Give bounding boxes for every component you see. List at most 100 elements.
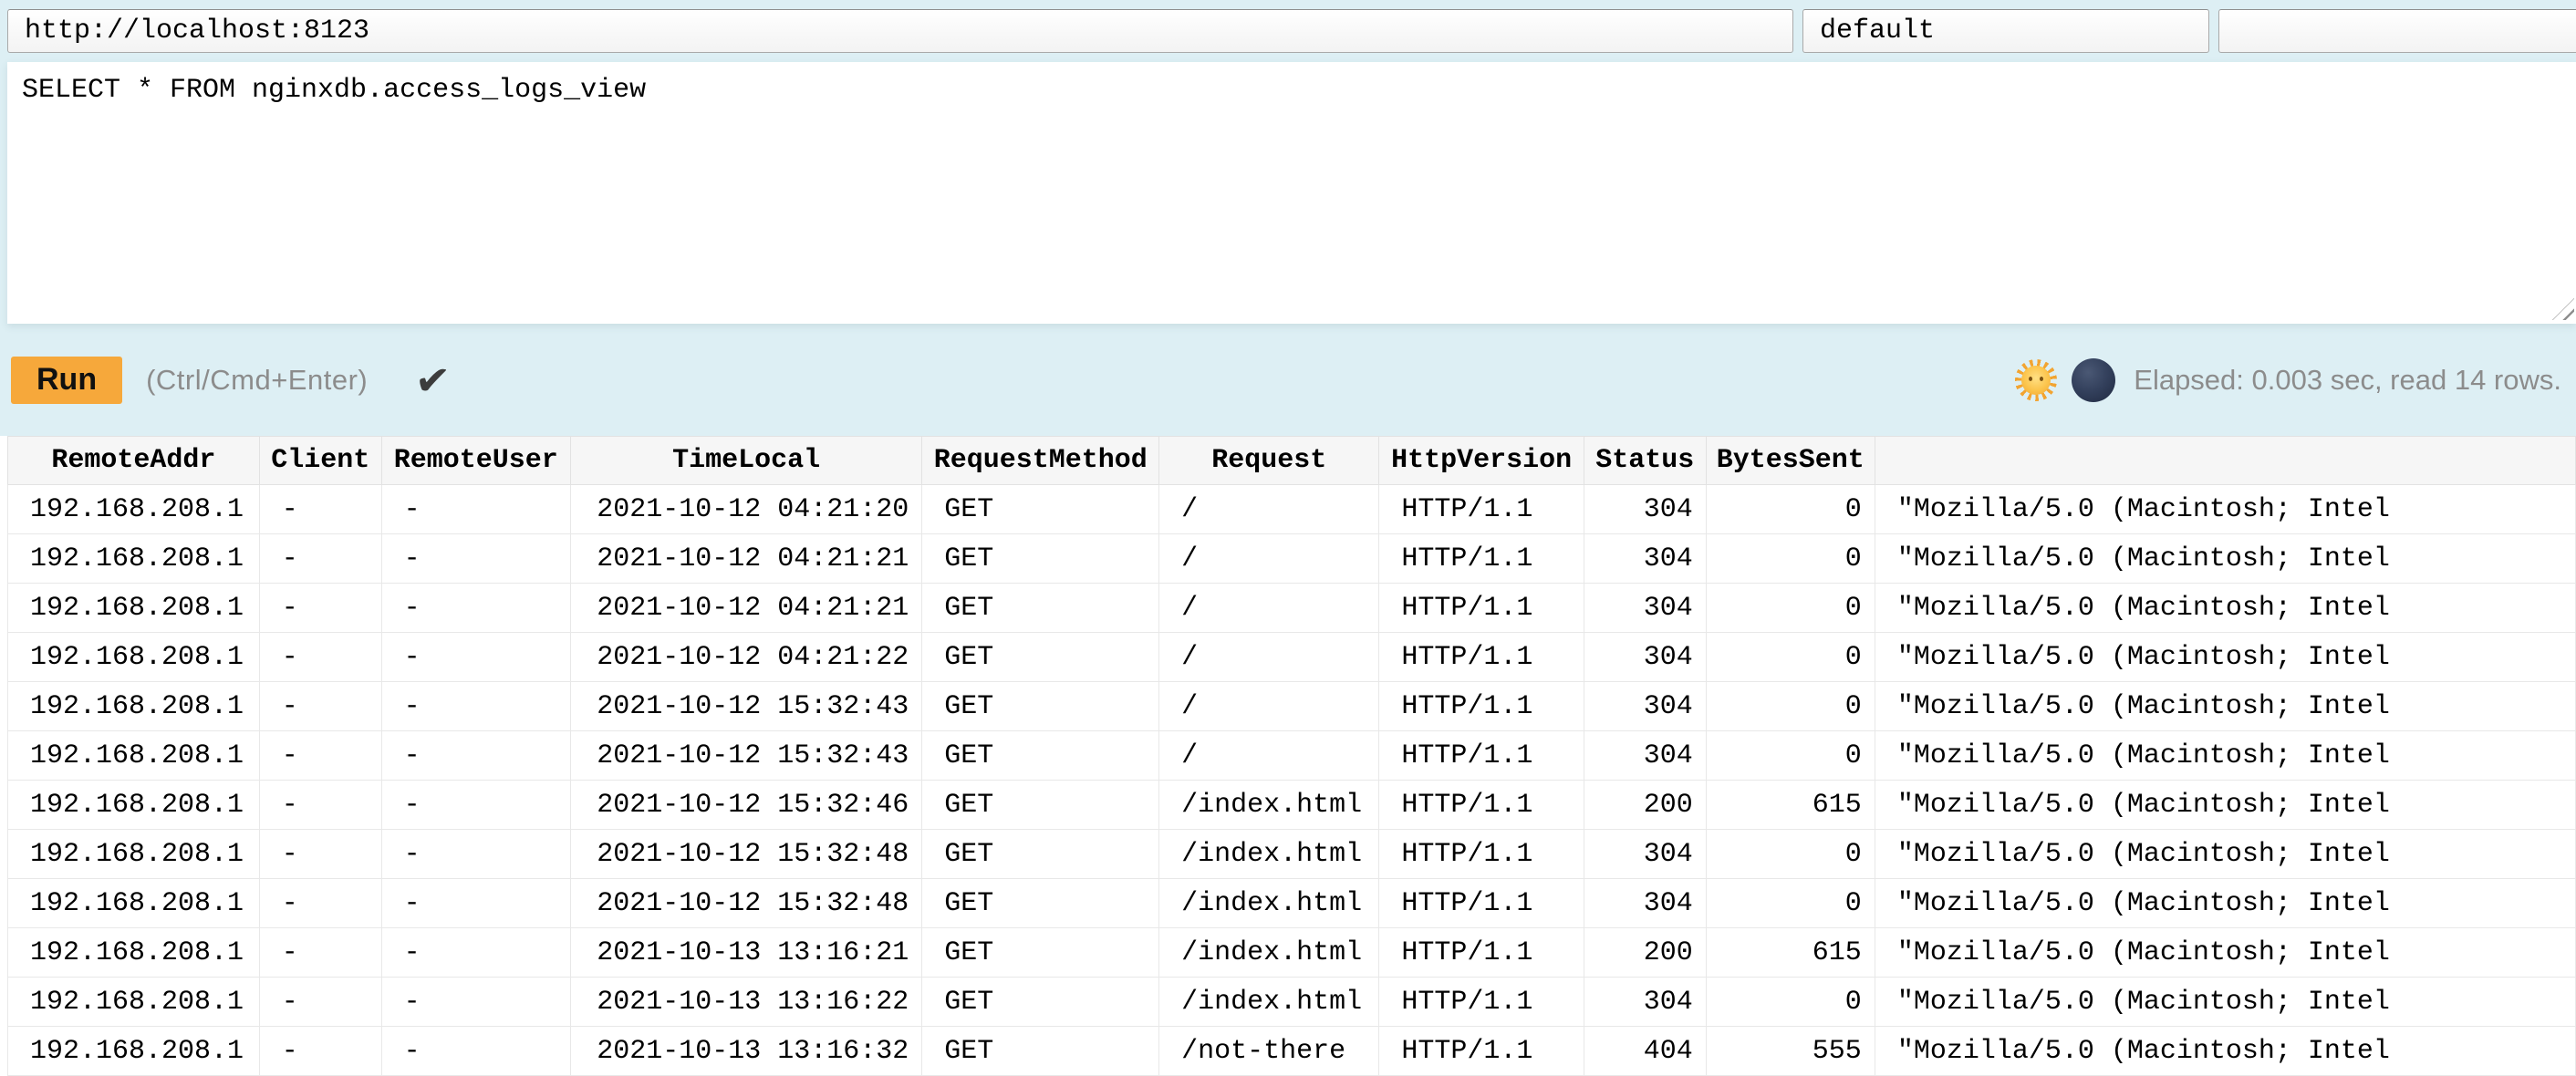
table-cell: - bbox=[259, 978, 381, 1027]
column-header: HttpVersion bbox=[1379, 437, 1584, 485]
table-cell: 2021-10-12 04:21:22 bbox=[570, 633, 921, 682]
table-cell: 304 bbox=[1584, 830, 1706, 879]
column-header: BytesSent bbox=[1706, 437, 1875, 485]
table-cell: /index.html bbox=[1159, 830, 1379, 879]
results-table: RemoteAddrClientRemoteUserTimeLocalReque… bbox=[7, 436, 2576, 1076]
table-cell: - bbox=[381, 485, 570, 534]
table-cell: "Mozilla/5.0 (Macintosh; Intel bbox=[1875, 978, 2575, 1027]
connection-inputs-row bbox=[0, 9, 2576, 53]
table-cell: 0 bbox=[1706, 731, 1875, 781]
table-cell: HTTP/1.1 bbox=[1379, 830, 1584, 879]
table-cell: 2021-10-13 13:16:32 bbox=[570, 1027, 921, 1076]
column-header: Status bbox=[1584, 437, 1706, 485]
table-cell: HTTP/1.1 bbox=[1379, 485, 1584, 534]
table-cell: - bbox=[381, 731, 570, 781]
table-cell: HTTP/1.1 bbox=[1379, 584, 1584, 633]
table-cell: 2021-10-13 13:16:21 bbox=[570, 928, 921, 978]
table-cell: 555 bbox=[1706, 1027, 1875, 1076]
shortcut-hint: (Ctrl/Cmd+Enter) bbox=[146, 364, 368, 397]
table-cell: GET bbox=[922, 534, 1159, 584]
sun-core bbox=[2021, 366, 2051, 395]
query-textarea[interactable]: SELECT * FROM nginxdb.access_logs_view bbox=[7, 62, 2576, 324]
column-header bbox=[1875, 437, 2575, 485]
table-cell: 0 bbox=[1706, 633, 1875, 682]
table-row: 192.168.208.1--2021-10-13 13:16:32GET/no… bbox=[8, 1027, 2576, 1076]
table-cell: - bbox=[259, 584, 381, 633]
table-cell: 192.168.208.1 bbox=[8, 928, 260, 978]
table-cell: / bbox=[1159, 584, 1379, 633]
table-cell: 304 bbox=[1584, 485, 1706, 534]
table-cell: 2021-10-12 04:21:21 bbox=[570, 584, 921, 633]
sun-light-theme-icon[interactable] bbox=[2015, 359, 2057, 401]
table-cell: 192.168.208.1 bbox=[8, 682, 260, 731]
password-input[interactable] bbox=[2218, 9, 2576, 53]
table-cell: GET bbox=[922, 485, 1159, 534]
user-input[interactable] bbox=[1802, 9, 2209, 53]
table-cell: - bbox=[259, 731, 381, 781]
table-cell: "Mozilla/5.0 (Macintosh; Intel bbox=[1875, 879, 2575, 928]
table-cell: - bbox=[259, 485, 381, 534]
table-cell: - bbox=[381, 879, 570, 928]
table-row: 192.168.208.1--2021-10-13 13:16:21GET/in… bbox=[8, 928, 2576, 978]
table-cell: "Mozilla/5.0 (Macintosh; Intel bbox=[1875, 584, 2575, 633]
table-cell: - bbox=[259, 633, 381, 682]
table-cell: 304 bbox=[1584, 978, 1706, 1027]
table-cell: 200 bbox=[1584, 781, 1706, 830]
table-cell: 2021-10-12 15:32:48 bbox=[570, 879, 921, 928]
table-cell: 304 bbox=[1584, 731, 1706, 781]
table-cell: 0 bbox=[1706, 879, 1875, 928]
table-cell: / bbox=[1159, 534, 1379, 584]
table-cell: 404 bbox=[1584, 1027, 1706, 1076]
table-cell: 0 bbox=[1706, 584, 1875, 633]
table-cell: 0 bbox=[1706, 534, 1875, 584]
url-input[interactable] bbox=[7, 9, 1793, 53]
table-cell: - bbox=[259, 879, 381, 928]
table-cell: 2021-10-12 15:32:46 bbox=[570, 781, 921, 830]
table-cell: HTTP/1.1 bbox=[1379, 534, 1584, 584]
table-cell: / bbox=[1159, 485, 1379, 534]
moon-dark-theme-icon[interactable] bbox=[2072, 358, 2115, 402]
table-cell: GET bbox=[922, 682, 1159, 731]
table-cell: HTTP/1.1 bbox=[1379, 781, 1584, 830]
table-cell: "Mozilla/5.0 (Macintosh; Intel bbox=[1875, 682, 2575, 731]
table-cell: - bbox=[259, 928, 381, 978]
table-cell: - bbox=[259, 1027, 381, 1076]
table-cell: - bbox=[381, 781, 570, 830]
table-cell: 2021-10-12 15:32:43 bbox=[570, 731, 921, 781]
table-cell: "Mozilla/5.0 (Macintosh; Intel bbox=[1875, 633, 2575, 682]
table-row: 192.168.208.1--2021-10-12 04:21:21GET/HT… bbox=[8, 584, 2576, 633]
table-cell: / bbox=[1159, 633, 1379, 682]
table-cell: - bbox=[381, 978, 570, 1027]
table-row: 192.168.208.1--2021-10-12 15:32:48GET/in… bbox=[8, 879, 2576, 928]
run-toolbar: Run (Ctrl/Cmd+Enter) ✔ Elapsed: 0.003 se… bbox=[0, 324, 2576, 436]
table-cell: 2021-10-12 04:21:20 bbox=[570, 485, 921, 534]
table-cell: - bbox=[381, 633, 570, 682]
table-cell: HTTP/1.1 bbox=[1379, 1027, 1584, 1076]
table-row: 192.168.208.1--2021-10-12 15:32:43GET/HT… bbox=[8, 731, 2576, 781]
table-cell: 304 bbox=[1584, 584, 1706, 633]
table-cell: - bbox=[259, 682, 381, 731]
table-cell: /not-there bbox=[1159, 1027, 1379, 1076]
table-cell: GET bbox=[922, 978, 1159, 1027]
query-editor: SELECT * FROM nginxdb.access_logs_view bbox=[7, 62, 2576, 324]
table-cell: 304 bbox=[1584, 879, 1706, 928]
table-cell: 304 bbox=[1584, 534, 1706, 584]
table-cell: "Mozilla/5.0 (Macintosh; Intel bbox=[1875, 830, 2575, 879]
table-row: 192.168.208.1--2021-10-12 04:21:21GET/HT… bbox=[8, 534, 2576, 584]
table-cell: HTTP/1.1 bbox=[1379, 731, 1584, 781]
run-button[interactable]: Run bbox=[11, 357, 122, 404]
table-cell: - bbox=[259, 830, 381, 879]
table-row: 192.168.208.1--2021-10-12 04:21:20GET/HT… bbox=[8, 485, 2576, 534]
column-header: Client bbox=[259, 437, 381, 485]
success-check-icon: ✔ bbox=[413, 354, 452, 406]
table-cell: 615 bbox=[1706, 781, 1875, 830]
table-cell: - bbox=[381, 830, 570, 879]
table-cell: GET bbox=[922, 731, 1159, 781]
column-header: RemoteUser bbox=[381, 437, 570, 485]
table-cell: 192.168.208.1 bbox=[8, 485, 260, 534]
table-row: 192.168.208.1--2021-10-12 15:32:48GET/in… bbox=[8, 830, 2576, 879]
table-cell: - bbox=[381, 534, 570, 584]
table-cell: 192.168.208.1 bbox=[8, 633, 260, 682]
table-cell: 0 bbox=[1706, 830, 1875, 879]
table-row: 192.168.208.1--2021-10-13 13:16:22GET/in… bbox=[8, 978, 2576, 1027]
